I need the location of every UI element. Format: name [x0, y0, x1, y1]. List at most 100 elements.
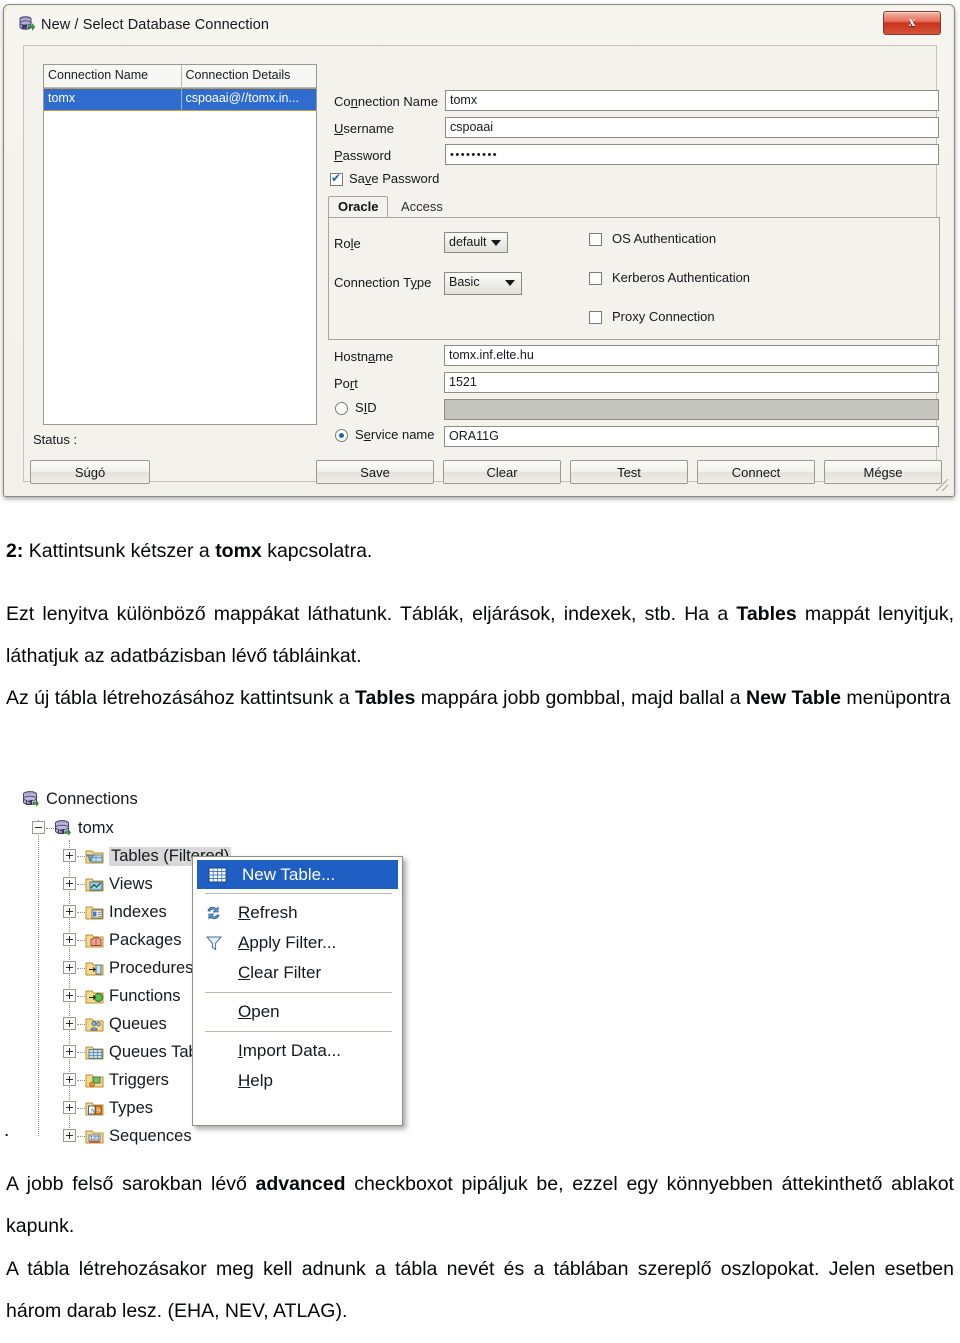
menu-item-label: Import Data... [238, 1041, 341, 1060]
column-header-connection-name: Connection Name [44, 65, 182, 87]
folder-package-icon [85, 932, 104, 949]
tab-oracle[interactable]: Oracle [328, 196, 389, 217]
hostname-input[interactable]: tomx.inf.elte.hu [444, 345, 939, 366]
service-name-radio[interactable] [335, 429, 348, 442]
paragraph-step2: 2: Kattintsunk kétszer a tomx kapcsolatr… [6, 530, 954, 572]
svg-text:A: A [90, 1107, 95, 1114]
tree-node-triggers[interactable]: Triggers [85, 1071, 169, 1090]
role-label: Role [334, 236, 361, 251]
tree-node-tomx[interactable]: E tomx [54, 819, 114, 838]
table-row[interactable]: tomx cspoaai@//tomx.in... [44, 88, 316, 111]
username-input[interactable]: cspoaai [445, 117, 939, 138]
tree-node-types[interactable]: A 9 Types [85, 1099, 153, 1118]
menu-item-import-data[interactable]: Import Data... [193, 1036, 402, 1066]
menu-item-help[interactable]: Help [193, 1066, 402, 1096]
password-label: Password [334, 148, 392, 163]
tree-expander-tables[interactable] [63, 849, 76, 862]
os-authentication-checkbox[interactable] [589, 233, 602, 246]
connect-button[interactable]: Connect [697, 460, 815, 484]
dialog-titlebar: New / Select Database Connection x [6, 7, 952, 41]
tree-expander-types[interactable] [63, 1101, 76, 1114]
port-input[interactable]: 1521 [444, 372, 939, 393]
tables-context-menu: New Table... Refresh Apply Filter... Cle… [192, 856, 403, 1126]
menu-item-clear-filter[interactable]: Clear Filter [193, 958, 402, 988]
tree-node-sequences[interactable]: 123 Sequences [85, 1127, 192, 1146]
menu-item-label: Apply Filter... [238, 933, 337, 952]
service-name-label: Service name [355, 427, 435, 442]
menu-item-refresh[interactable]: Refresh [193, 898, 402, 928]
chevron-down-icon [505, 280, 515, 286]
service-name-input[interactable]: ORA11G [444, 426, 939, 447]
help-button[interactable]: Súgó [30, 460, 150, 484]
tree-expander-procedures[interactable] [63, 961, 76, 974]
connection-name-label: Connection Name [334, 94, 439, 109]
menu-item-open[interactable]: Open [193, 997, 402, 1027]
cancel-button[interactable]: Mégse [824, 460, 942, 484]
tabstrip: Oracle Access [328, 196, 940, 218]
tree-node-connections[interactable]: E Connections [22, 790, 138, 809]
tree-node-queues[interactable]: Queues [85, 1015, 167, 1034]
menu-item-label: Help [238, 1071, 273, 1090]
tree-expander-triggers[interactable] [63, 1073, 76, 1086]
save-password-checkbox[interactable] [330, 171, 343, 186]
menu-item-apply-filter[interactable]: Apply Filter... [193, 928, 402, 958]
paragraph-new-table: Az új tábla létrehozásához kattintsunk a… [6, 677, 954, 719]
proxy-connection-checkbox[interactable] [589, 311, 602, 324]
paragraph-folders: Ezt lenyitva különböző mappákat láthatun… [6, 593, 954, 677]
tree-expander-queues[interactable] [63, 1017, 76, 1030]
os-authentication-label: OS Authentication [612, 231, 717, 246]
close-button[interactable]: x [883, 11, 941, 35]
advanced-text-a: A jobb felső sarokban lévő [6, 1173, 256, 1195]
sid-input[interactable] [444, 399, 939, 420]
folder-view-icon [85, 876, 104, 893]
tree-node-packages[interactable]: Packages [85, 931, 181, 950]
sid-radio[interactable] [335, 402, 348, 415]
tree-expander-sequences[interactable] [63, 1129, 76, 1142]
paragraph-columns: A tábla létrehozásakor meg kell adnunk a… [6, 1258, 954, 1322]
menu-item-label: Refresh [238, 903, 298, 922]
tree-label: Triggers [109, 1071, 169, 1089]
tab-access[interactable]: Access [391, 196, 453, 217]
folder-sequence-icon: 123 [85, 1128, 104, 1145]
folder-table-icon [85, 848, 104, 865]
menu-item-label: Clear Filter [238, 963, 322, 982]
menu-separator [205, 992, 392, 993]
folder-index-icon [85, 904, 104, 921]
tree-expander-tomx[interactable] [32, 821, 45, 834]
step2-text-b: kapcsolatra. [261, 540, 373, 562]
stray-period: . [4, 1120, 10, 1141]
tree-expander-packages[interactable] [63, 933, 76, 946]
save-button[interactable]: Save [316, 460, 434, 484]
tree-node-views[interactable]: Views [85, 875, 153, 894]
role-value: default [449, 235, 487, 249]
role-select[interactable]: default [444, 232, 508, 253]
tree-expander-indexes[interactable] [63, 905, 76, 918]
cell-connection-name: tomx [44, 89, 182, 110]
connection-list[interactable]: Connection Name Connection Details tomx … [43, 64, 317, 425]
tree-expander-views[interactable] [63, 877, 76, 890]
step2-bold-tomx: tomx [215, 540, 262, 562]
tree-expander-queues-tables[interactable] [63, 1045, 76, 1058]
folders-bold-tables: Tables [736, 603, 797, 625]
tree-label: Sequences [109, 1127, 192, 1145]
newtable-bold-newtable: New Table [746, 687, 841, 709]
resize-grip[interactable] [936, 479, 948, 491]
tree-label: Procedures [109, 959, 194, 977]
folders-text-a: Ezt lenyitva különböző mappákat láthatun… [6, 603, 737, 625]
tree-label: Types [109, 1099, 154, 1117]
tree-label: Packages [109, 931, 182, 949]
clear-button[interactable]: Clear [443, 460, 561, 484]
connection-name-input[interactable]: tomx [445, 90, 939, 111]
tree-node-procedures[interactable]: Procedures [85, 959, 193, 978]
tree-node-indexes[interactable]: Indexes [85, 903, 167, 922]
newtable-text-a: Az új tábla létrehozásához kattintsunk a [6, 687, 356, 709]
password-input[interactable]: ••••••••• [445, 144, 939, 165]
connection-type-select[interactable]: Basic [444, 272, 522, 295]
menu-item-new-table[interactable]: New Table... [197, 860, 398, 889]
tree-expander-functions[interactable] [63, 989, 76, 1002]
test-button[interactable]: Test [570, 460, 688, 484]
tree-node-functions[interactable]: Functions [85, 987, 181, 1006]
refresh-icon [204, 904, 224, 922]
tree-label: Queues [109, 1015, 167, 1033]
kerberos-authentication-checkbox[interactable] [589, 272, 602, 285]
